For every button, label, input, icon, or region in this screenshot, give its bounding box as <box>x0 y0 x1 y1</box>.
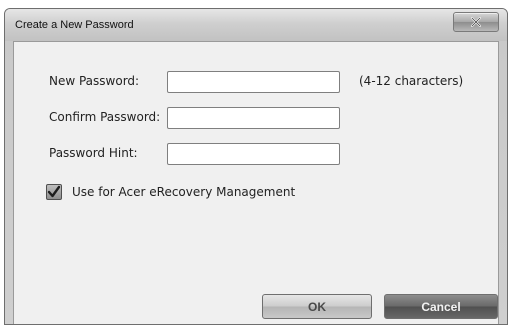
close-icon <box>471 17 481 27</box>
erecovery-checkbox-label: Use for Acer eRecovery Management <box>72 185 296 199</box>
new-password-label: New Password: <box>49 74 140 88</box>
password-hint-field[interactable] <box>167 143 340 165</box>
dialog-window: Create a New Password New Password: (4-1… <box>4 8 508 325</box>
window-title: Create a New Password <box>15 19 134 31</box>
erecovery-checkbox[interactable] <box>46 184 62 200</box>
new-password-field[interactable] <box>167 71 340 93</box>
password-length-hint: (4-12 characters) <box>359 74 464 88</box>
checkmark-icon <box>47 185 61 198</box>
close-button[interactable] <box>453 12 499 32</box>
confirm-password-label: Confirm Password: <box>49 110 161 124</box>
confirm-password-field[interactable] <box>167 107 340 129</box>
cancel-button[interactable]: Cancel <box>384 294 498 319</box>
ok-button[interactable]: OK <box>262 294 372 319</box>
dialog-content: New Password: (4-12 characters) Confirm … <box>13 41 499 324</box>
title-bar: Create a New Password <box>5 9 507 41</box>
password-hint-label: Password Hint: <box>49 146 138 160</box>
